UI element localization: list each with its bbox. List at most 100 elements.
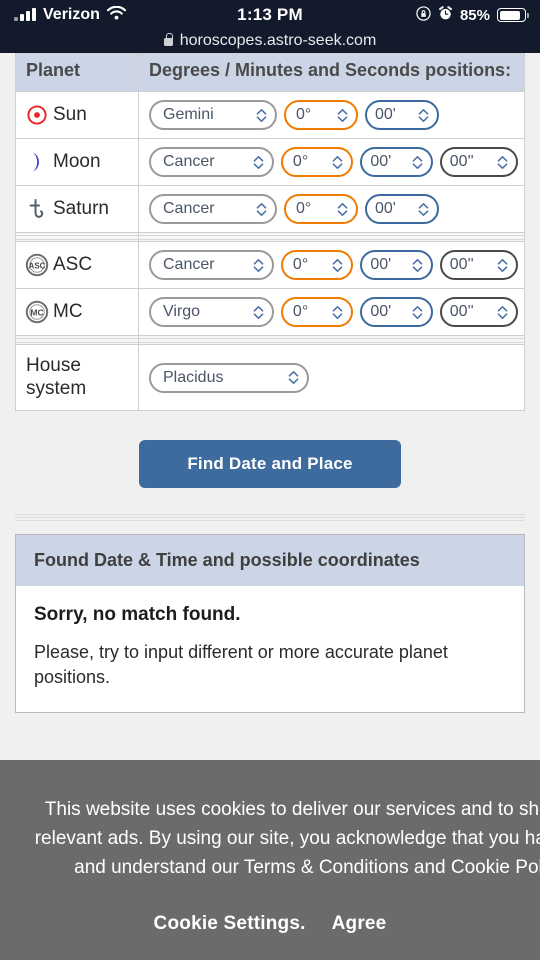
- phone-screen: Verizon 1:13 PM 85% horoscopes.astro-see…: [0, 0, 540, 960]
- degree-select-sun[interactable]: 0°: [284, 100, 358, 131]
- svg-text:MC: MC: [30, 307, 43, 317]
- house-system-value: Placidus: [163, 368, 224, 386]
- sign-select-mc[interactable]: Virgo: [149, 297, 274, 328]
- table-header: Planet Degrees / Minutes and Seconds pos…: [15, 53, 525, 93]
- chevron-updown-icon: [497, 305, 508, 319]
- planet-name-cell-asc: ASC ASC: [15, 241, 139, 290]
- planet-fields-cell-saturn: Cancer 0° 00': [138, 185, 525, 234]
- second-value: 00'': [449, 256, 474, 274]
- header-planet: Planet: [15, 53, 139, 93]
- separator-left: [15, 232, 139, 243]
- cellular-signal-icon: [14, 8, 36, 21]
- chevron-updown-icon: [253, 155, 264, 169]
- second-select-moon[interactable]: 00'': [439, 147, 518, 178]
- table-header-row: Planet Degrees / Minutes and Seconds pos…: [15, 53, 525, 93]
- minute-select-saturn[interactable]: 00': [365, 194, 439, 225]
- chevron-updown-icon: [256, 202, 267, 216]
- sign-select-asc[interactable]: Cancer: [149, 250, 274, 281]
- planet-label: MC: [53, 301, 83, 323]
- table-body: Sun Gemini 0° 00' Moon Cancer 0° 00' 00'…: [15, 91, 525, 412]
- form-wrapper: Planet Degrees / Minutes and Seconds pos…: [0, 53, 540, 489]
- sign-select-sun[interactable]: Gemini: [149, 100, 277, 131]
- minute-value: 00': [370, 256, 392, 274]
- result-heading: Sorry, no match found.: [34, 604, 241, 626]
- result-panel-body: Sorry, no match found. Please, try to in…: [16, 586, 524, 712]
- carrier-label: Verizon: [43, 6, 100, 23]
- header-positions: Degrees / Minutes and Seconds positions:: [138, 53, 525, 93]
- planet-name-cell-saturn: Saturn: [15, 185, 139, 234]
- second-select-asc[interactable]: 00'': [439, 250, 518, 281]
- table-row: ASC ASC Cancer 0° 00' 00'': [15, 241, 525, 290]
- chevron-updown-icon: [333, 305, 343, 319]
- chevron-updown-icon: [418, 202, 429, 216]
- degree-value: 0°: [292, 153, 309, 171]
- chevron-updown-icon: [497, 258, 508, 272]
- cookie-banner-actions: Cookie Settings. Agree: [0, 913, 540, 935]
- degree-select-moon[interactable]: 0°: [280, 147, 354, 178]
- chevron-updown-icon: [497, 155, 508, 169]
- house-system-field-cell: Placidus: [138, 344, 525, 412]
- cookie-banner-message: This website uses cookies to deliver our…: [34, 799, 540, 878]
- lock-icon: [163, 33, 173, 46]
- status-bar-left: Verizon: [14, 5, 126, 25]
- result-message: Please, try to input different or more a…: [34, 642, 448, 687]
- planet-name-cell-moon: Moon: [15, 138, 139, 187]
- battery-icon: [497, 8, 529, 22]
- battery-percent-label: 85%: [459, 6, 490, 24]
- minute-select-sun[interactable]: 00': [365, 100, 439, 131]
- chevron-updown-icon: [418, 108, 429, 122]
- table-row-house-system: House system Placidus: [15, 344, 525, 412]
- degree-value: 0°: [292, 303, 309, 321]
- sign-select-moon[interactable]: Cancer: [149, 147, 274, 178]
- second-value: 00'': [449, 153, 474, 171]
- planet-label: Moon: [53, 151, 101, 173]
- degree-value: 0°: [292, 256, 309, 274]
- cookie-settings-button[interactable]: Cookie Settings: [154, 913, 301, 934]
- degree-select-saturn[interactable]: 0°: [284, 194, 358, 225]
- table-group-separator: [15, 232, 525, 243]
- planet-fields-cell-sun: Gemini 0° 00': [138, 91, 525, 140]
- chevron-updown-icon: [288, 371, 299, 385]
- find-date-and-place-button[interactable]: Find Date and Place: [139, 440, 401, 489]
- browser-url-bar[interactable]: horoscopes.astro-seek.com: [0, 30, 540, 53]
- degree-value: 0°: [296, 200, 312, 218]
- chevron-updown-icon: [337, 202, 348, 216]
- minute-value: 00': [375, 200, 396, 218]
- sign-value: Cancer: [163, 200, 215, 218]
- minute-select-mc[interactable]: 00': [360, 297, 433, 328]
- chevron-updown-icon: [412, 258, 423, 272]
- mc-icon: MC: [24, 299, 51, 326]
- second-select-mc[interactable]: 00'': [439, 297, 518, 328]
- house-system-select[interactable]: Placidus: [149, 362, 309, 393]
- sign-value: Virgo: [163, 303, 201, 321]
- planet-name-cell-mc: MC MC: [15, 288, 139, 337]
- separator-left: [15, 335, 139, 346]
- second-value: 00'': [449, 303, 474, 321]
- chevron-updown-icon: [253, 258, 264, 272]
- minute-select-moon[interactable]: 00': [360, 147, 433, 178]
- table-row: Saturn Cancer 0° 00': [15, 185, 525, 234]
- sign-select-saturn[interactable]: Cancer: [149, 194, 277, 225]
- degree-select-asc[interactable]: 0°: [280, 250, 354, 281]
- chevron-updown-icon: [412, 155, 423, 169]
- asc-icon: ASC: [24, 252, 51, 279]
- cookie-agree-button[interactable]: Agree: [332, 913, 387, 934]
- table-row: MC MC Virgo 0° 00' 00'': [15, 288, 525, 337]
- cookie-consent-banner: This website uses cookies to deliver our…: [0, 760, 540, 960]
- ios-status-bar: Verizon 1:13 PM 85%: [0, 0, 540, 30]
- status-bar-right: 85%: [416, 5, 529, 25]
- chevron-updown-icon: [333, 258, 343, 272]
- cookie-settings-suffix: .: [300, 912, 306, 934]
- minute-value: 00': [370, 303, 392, 321]
- degree-select-mc[interactable]: 0°: [280, 297, 354, 328]
- planet-fields-cell-asc: Cancer 0° 00' 00'': [138, 241, 525, 290]
- alarm-clock-icon: [438, 5, 453, 25]
- wifi-icon: [106, 5, 126, 25]
- planet-label: Saturn: [53, 198, 109, 220]
- moon-icon: [24, 149, 51, 176]
- result-panel: Found Date & Time and possible coordinat…: [15, 534, 525, 713]
- chevron-updown-icon: [337, 108, 348, 122]
- sign-value: Cancer: [163, 256, 215, 274]
- chevron-updown-icon: [253, 305, 264, 319]
- minute-select-asc[interactable]: 00': [360, 250, 433, 281]
